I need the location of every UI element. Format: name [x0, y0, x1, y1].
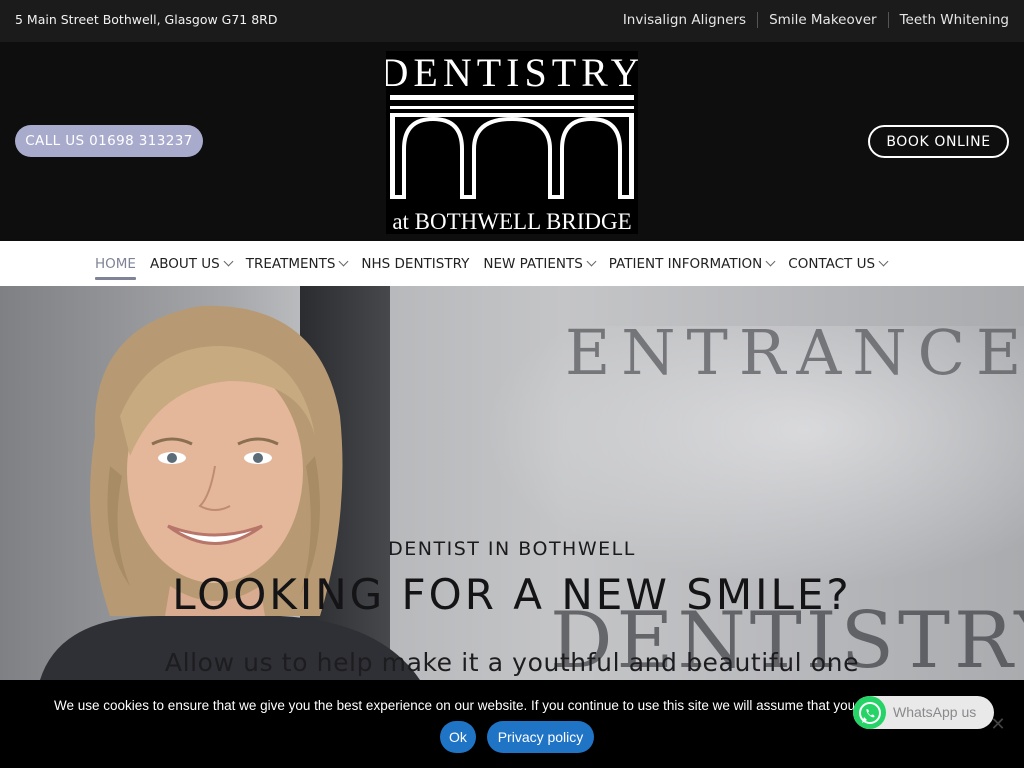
hero-banner: ENTRANCE DENTISTRY DENTIST IN BOTHWELL L… — [0, 286, 1024, 680]
nav-item-treatments[interactable]: TREATMENTS — [245, 241, 349, 286]
site-logo[interactable]: DENTISTRY at BOTHWELL BRIDGE — [386, 51, 638, 234]
top-link-invisalign[interactable]: Invisalign Aligners — [612, 12, 757, 28]
nav-label: NHS DENTISTRY — [361, 255, 470, 272]
whatsapp-label: WhatsApp us — [893, 704, 977, 720]
nav-item-home[interactable]: HOME — [95, 241, 136, 286]
nav-label: CONTACT US — [788, 255, 876, 272]
book-online-button[interactable]: BOOK ONLINE — [868, 125, 1009, 158]
chevron-down-icon — [338, 256, 349, 267]
nav-item-contact-us[interactable]: CONTACT US — [788, 241, 889, 286]
site-header: CALL US 01698 313237 DENTISTRY at BOTHWE… — [0, 42, 1024, 241]
whatsapp-button[interactable]: WhatsApp us — [853, 696, 994, 729]
hero-subtitle: DENTIST IN BOTHWELL — [388, 538, 636, 560]
logo-graphic: DENTISTRY at BOTHWELL BRIDGE — [386, 51, 638, 234]
logo-title: DENTISTRY — [386, 51, 638, 95]
nav-label: TREATMENTS — [245, 255, 336, 272]
logo-subtitle: at BOTHWELL BRIDGE — [392, 209, 631, 234]
cookie-message: We use cookies to ensure that we give yo… — [54, 698, 854, 713]
main-nav: HOME ABOUT US TREATMENTS NHS DENTISTRY N… — [0, 241, 1024, 286]
nav-label: HOME — [95, 255, 136, 272]
address-text: 5 Main Street Bothwell, Glasgow G71 8RD — [15, 12, 278, 27]
chevron-down-icon — [223, 256, 234, 267]
hero-text: Allow us to help make it a youthful and … — [164, 648, 860, 677]
top-link-smile-makeover[interactable]: Smile Makeover — [757, 12, 888, 28]
privacy-policy-button[interactable]: Privacy policy — [487, 721, 594, 753]
whatsapp-icon — [853, 696, 886, 729]
nav-label: NEW PATIENTS — [483, 255, 583, 272]
nav-label: PATIENT INFORMATION — [608, 255, 763, 272]
nav-item-new-patients[interactable]: NEW PATIENTS — [483, 241, 597, 286]
hero-title: LOOKING FOR A NEW SMILE? — [172, 570, 852, 619]
cookie-ok-button[interactable]: Ok — [440, 721, 476, 753]
nav-item-about-us[interactable]: ABOUT US — [149, 241, 234, 286]
chevron-down-icon — [586, 256, 597, 267]
nav-item-nhs-dentistry[interactable]: NHS DENTISTRY — [361, 241, 469, 286]
call-us-button[interactable]: CALL US 01698 313237 — [15, 125, 203, 157]
chevron-down-icon — [765, 256, 776, 267]
hero-person-image — [40, 305, 420, 680]
nav-label: ABOUT US — [149, 255, 220, 272]
chevron-down-icon — [878, 256, 889, 267]
top-link-teeth-whitening[interactable]: Teeth Whitening — [887, 12, 1009, 28]
background-sign-entrance: ENTRANCE — [565, 316, 1024, 389]
top-bar: 5 Main Street Bothwell, Glasgow G71 8RD … — [0, 0, 1024, 42]
nav-item-patient-information[interactable]: PATIENT INFORMATION — [608, 241, 776, 286]
top-links: Invisalign Aligners Smile Makeover Teeth… — [612, 12, 1009, 28]
